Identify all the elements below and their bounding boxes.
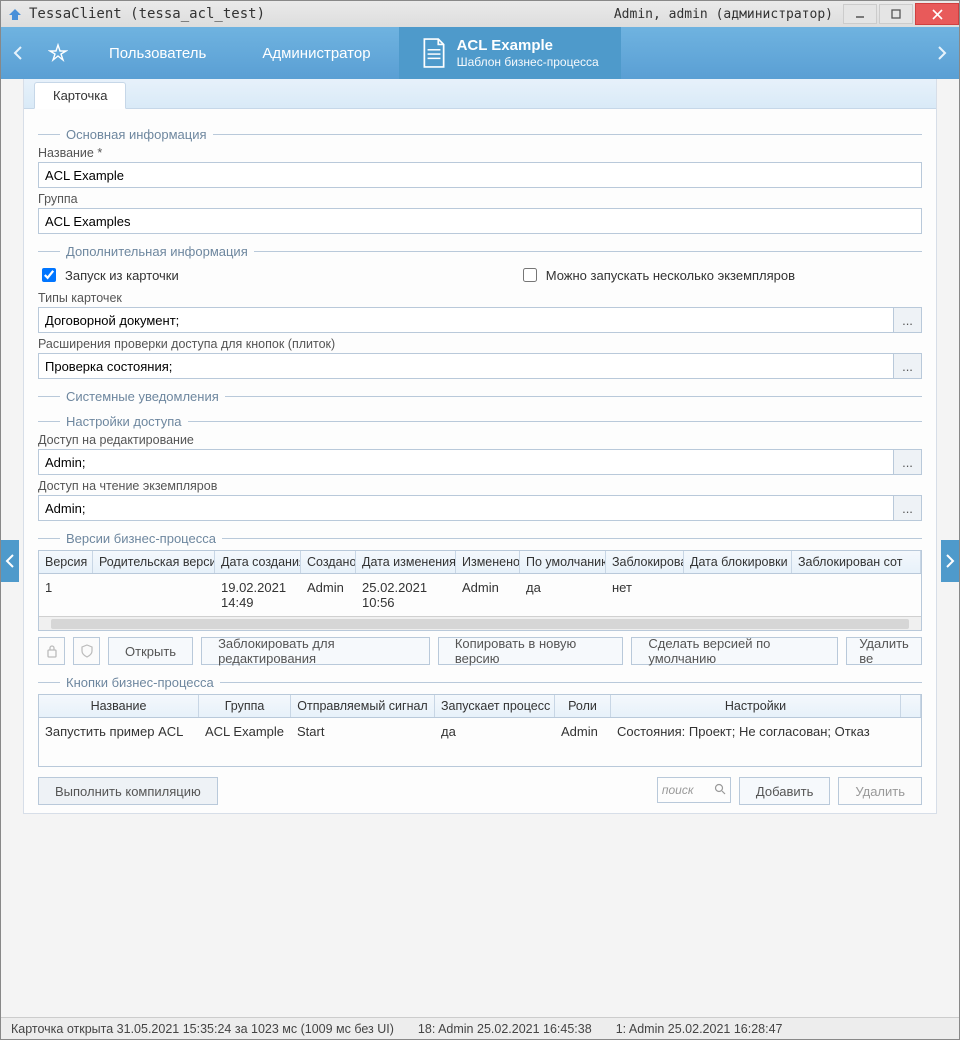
shield-icon-button[interactable] <box>73 637 100 665</box>
form: Основная информация Название * Группа До… <box>24 109 936 813</box>
bottom-buttons-row: Выполнить компиляцию поиск Добавить Удал… <box>38 777 922 805</box>
col-version[interactable]: Версия <box>39 551 93 573</box>
buttons-table: Название Группа Отправляемый сигнал Запу… <box>38 694 922 767</box>
button-ext-picker-button[interactable]: ... <box>894 353 922 379</box>
active-tab-title: ACL Example <box>457 37 599 55</box>
button-ext-input[interactable] <box>38 353 894 379</box>
delete-version-button[interactable]: Удалить ве <box>846 637 922 665</box>
status-modified: 18: Admin 25.02.2021 16:45:38 <box>418 1022 592 1036</box>
add-button[interactable]: Добавить <box>739 777 830 805</box>
label-button-extensions: Расширения проверки доступа для кнопок (… <box>38 337 922 351</box>
nav-back-button[interactable] <box>1 27 35 79</box>
buttons-header: Название Группа Отправляемый сигнал Запу… <box>39 695 921 718</box>
bcol-signal[interactable]: Отправляемый сигнал <box>291 695 435 717</box>
col-locked[interactable]: Заблокирован <box>606 551 684 573</box>
main-window: TessaClient (tessa_acl_test) Admin, admi… <box>0 0 960 1040</box>
app-icon <box>7 6 23 22</box>
card-types-picker-button[interactable]: ... <box>894 307 922 333</box>
multi-instance-checkbox[interactable] <box>523 268 537 282</box>
section-process-buttons: Кнопки бизнес-процесса <box>38 675 922 690</box>
window-title: TessaClient (tessa_acl_test) <box>29 6 265 22</box>
horizontal-scrollbar[interactable] <box>39 616 921 630</box>
bcol-starts[interactable]: Запускает процесс <box>435 695 555 717</box>
nav-forward-button[interactable] <box>925 27 959 79</box>
label-edit-access: Доступ на редактирование <box>38 433 922 447</box>
active-tab-subtitle: Шаблон бизнес-процесса <box>457 55 599 69</box>
versions-table: Версия Родительская версия Дата создания… <box>38 550 922 631</box>
table-row[interactable]: Запустить пример ACL ACL Example Start д… <box>39 718 921 766</box>
search-icon <box>714 783 726 798</box>
status-created: 1: Admin 25.02.2021 16:28:47 <box>616 1022 783 1036</box>
bcol-roles[interactable]: Роли <box>555 695 611 717</box>
favorites-button[interactable] <box>35 27 81 79</box>
open-button[interactable]: Открыть <box>108 637 193 665</box>
side-arrow-right[interactable] <box>941 540 959 582</box>
delete-button[interactable]: Удалить <box>838 777 922 805</box>
group-input[interactable] <box>38 208 922 234</box>
version-buttons-row: Открыть Заблокировать для редактирования… <box>38 637 922 665</box>
maximize-button[interactable] <box>879 4 913 24</box>
label-group: Группа <box>38 192 922 206</box>
name-input[interactable] <box>38 162 922 188</box>
launch-from-card-checkbox[interactable] <box>42 268 56 282</box>
status-opened: Карточка открыта 31.05.2021 15:35:24 за … <box>11 1022 394 1036</box>
lock-for-edit-button[interactable]: Заблокировать для редактирования <box>201 637 430 665</box>
read-access-input[interactable] <box>38 495 894 521</box>
col-default[interactable]: По умолчанию <box>520 551 606 573</box>
checkbox-launch-from-card[interactable]: Запуск из карточки <box>38 265 179 285</box>
label-read-access: Доступ на чтение экземпляров <box>38 479 922 493</box>
document-icon <box>421 38 447 68</box>
col-modified-date[interactable]: Дата изменения <box>356 551 456 573</box>
bcol-group[interactable]: Группа <box>199 695 291 717</box>
col-modified-by[interactable]: Изменено <box>456 551 520 573</box>
bcol-settings[interactable]: Настройки <box>611 695 901 717</box>
col-lock-date[interactable]: Дата блокировки <box>684 551 792 573</box>
user-info: Admin, admin (администратор) <box>614 7 833 22</box>
tab-card[interactable]: Карточка <box>34 82 126 109</box>
read-access-picker-button[interactable]: ... <box>894 495 922 521</box>
card-types-input[interactable] <box>38 307 894 333</box>
label-card-types: Типы карточек <box>38 291 922 305</box>
tab-acl-example[interactable]: ACL Example Шаблон бизнес-процесса <box>399 27 621 79</box>
make-default-version-button[interactable]: Сделать версией по умолчанию <box>631 637 838 665</box>
side-arrow-left[interactable] <box>1 540 19 582</box>
statusbar: Карточка открыта 31.05.2021 15:35:24 за … <box>1 1017 959 1039</box>
tab-administrator[interactable]: Администратор <box>234 27 398 79</box>
inner-tabstrip: Карточка <box>24 79 936 109</box>
col-locked-by[interactable]: Заблокирован сот <box>792 551 921 573</box>
label-name: Название * <box>38 146 922 160</box>
edit-access-picker-button[interactable]: ... <box>894 449 922 475</box>
section-sys-notifications: Системные уведомления <box>38 389 922 404</box>
bcol-empty <box>901 695 921 717</box>
table-row[interactable]: 1 19.02.2021 14:49 Admin 25.02.2021 10:5… <box>39 574 921 616</box>
versions-header: Версия Родительская версия Дата создания… <box>39 551 921 574</box>
ribbon: Пользователь Администратор ACL Example Ш… <box>1 27 959 79</box>
compile-button[interactable]: Выполнить компиляцию <box>38 777 218 805</box>
minimize-button[interactable] <box>843 4 877 24</box>
tab-user[interactable]: Пользователь <box>81 27 234 79</box>
section-extra-info: Дополнительная информация <box>38 244 922 259</box>
section-access: Настройки доступа <box>38 414 922 429</box>
lock-icon-button[interactable] <box>38 637 65 665</box>
col-created-by[interactable]: Создано <box>301 551 356 573</box>
close-button[interactable] <box>915 3 959 25</box>
edit-access-input[interactable] <box>38 449 894 475</box>
copy-to-new-version-button[interactable]: Копировать в новую версию <box>438 637 624 665</box>
checkbox-multi-instance[interactable]: Можно запускать несколько экземпляров <box>519 265 795 285</box>
col-parent-version[interactable]: Родительская версия <box>93 551 215 573</box>
titlebar: TessaClient (tessa_acl_test) Admin, admi… <box>1 1 959 27</box>
section-versions: Версии бизнес-процесса <box>38 531 922 546</box>
bcol-name[interactable]: Название <box>39 695 199 717</box>
card-content: Карточка Основная информация Название * … <box>23 79 937 814</box>
section-main-info: Основная информация <box>38 127 922 142</box>
search-input[interactable]: поиск <box>657 777 731 803</box>
col-created-date[interactable]: Дата создания <box>215 551 301 573</box>
